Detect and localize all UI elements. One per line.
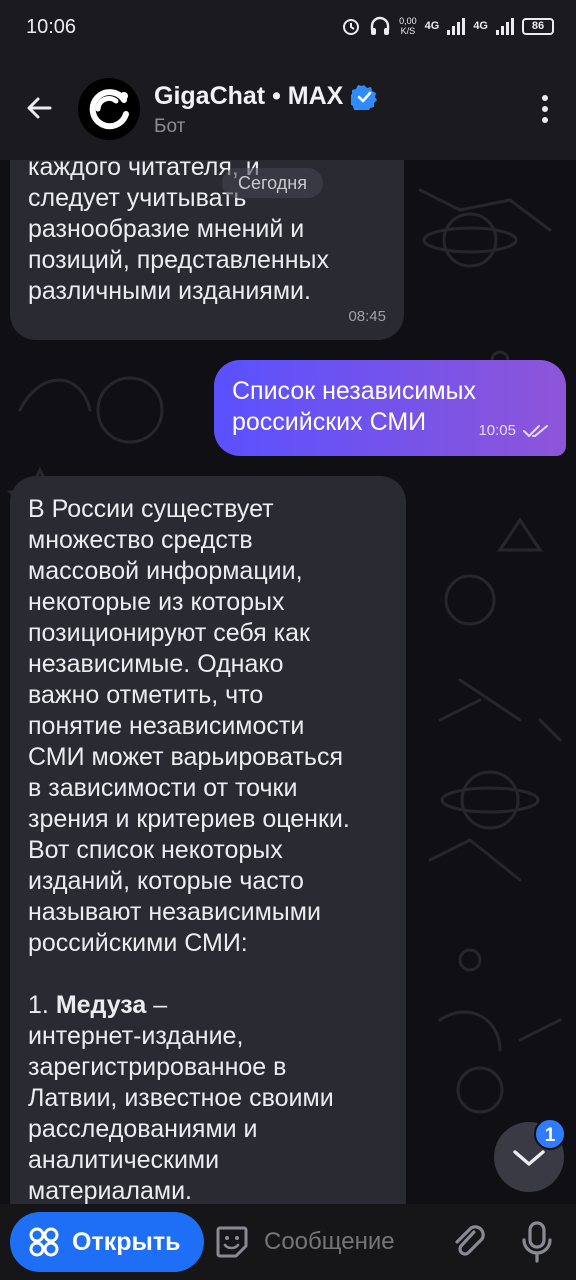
message-text: В России существует множество средств ма… <box>28 495 350 957</box>
open-button[interactable]: Открыть <box>10 1212 204 1272</box>
composer-bar: Открыть <box>0 1204 576 1280</box>
date-separator: Сегодня <box>222 168 323 198</box>
headphones-icon <box>370 16 390 35</box>
double-check-icon <box>523 424 548 437</box>
chat-title[interactable]: GigaChat • MAX <box>154 82 378 111</box>
chat-title-text: GigaChat • MAX <box>154 82 344 110</box>
message-incoming[interactable]: В России существует множество средств ма… <box>10 476 406 1204</box>
more-vertical-icon[interactable] <box>540 94 550 124</box>
list-item: 1. Медуза – <box>28 991 168 1019</box>
alarm-icon <box>343 19 360 35</box>
chevron-down-icon <box>513 1150 545 1166</box>
chat-header: GigaChat • MAX Бот <box>0 58 576 160</box>
status-bar: 10:06 0,00 K/S 4G 4G 86 <box>0 0 576 58</box>
message-text: каждого читателя, и следует учитывать ра… <box>28 160 329 305</box>
back-arrow-icon[interactable] <box>20 88 60 128</box>
apps-grid-icon <box>29 1227 59 1257</box>
avatar[interactable] <box>78 78 140 140</box>
sticker-icon[interactable] <box>214 1224 250 1260</box>
sim2-label: 4G <box>473 20 488 32</box>
list-item-title: Медуза <box>55 991 147 1019</box>
attach-paperclip-icon[interactable] <box>450 1222 486 1262</box>
verified-badge-icon <box>351 84 378 110</box>
sim1-label: 4G <box>424 20 440 32</box>
signal-icon <box>447 17 466 35</box>
list-item-text: интернет-издание, зарегистрированное в Л… <box>28 1022 334 1204</box>
chat-subtitle: Бот <box>154 116 186 137</box>
microphone-icon[interactable] <box>518 1220 556 1264</box>
message-input[interactable] <box>264 1228 440 1256</box>
battery-icon: 86 <box>522 17 554 35</box>
message-incoming[interactable]: каждого читателя, и следует учитывать ра… <box>10 160 404 340</box>
net-speed: 0,00 K/S <box>399 16 417 36</box>
message-outgoing[interactable]: Список независимых российских СМИ 10:05 <box>214 360 566 456</box>
unread-badge: 1 <box>534 1118 566 1150</box>
gigachat-logo-icon <box>79 79 139 139</box>
message-time: 10:05 <box>478 422 516 439</box>
status-icons: 0,00 K/S 4G 4G 86 <box>341 16 554 36</box>
chat-area[interactable]: каждого читателя, и следует учитывать ра… <box>0 160 576 1204</box>
message-time: 08:45 <box>348 308 386 325</box>
message-meta: 10:05 <box>478 415 550 446</box>
open-button-label: Открыть <box>72 1227 181 1256</box>
signal-icon <box>496 17 514 35</box>
status-time: 10:06 <box>26 16 77 38</box>
